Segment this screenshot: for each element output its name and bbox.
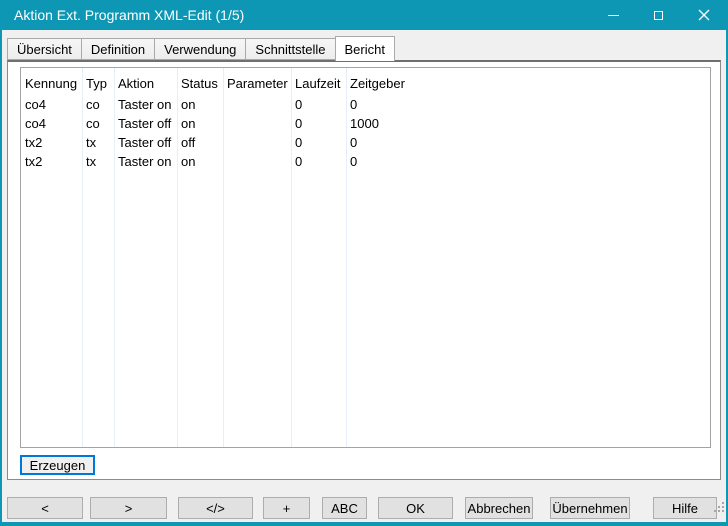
xml-code-button[interactable]: </>	[178, 497, 253, 519]
cell-status: on	[177, 152, 223, 171]
window-title: Aktion Ext. Programm XML-Edit (1/5)	[2, 7, 244, 23]
column-header-typ: Typ	[82, 71, 114, 95]
resize-grip[interactable]	[714, 510, 716, 512]
close-icon	[698, 9, 710, 21]
tab-bar: Übersicht Definition Verwendung Schnitts…	[7, 38, 395, 60]
apply-button[interactable]: Übernehmen	[550, 497, 630, 519]
maximize-button[interactable]	[636, 0, 681, 30]
cell-kennung: tx2	[21, 133, 82, 152]
column-header-aktion: Aktion	[114, 71, 177, 95]
close-button[interactable]	[681, 0, 726, 30]
column-header-parameter: Parameter	[223, 71, 291, 95]
nav-next-button[interactable]: >	[90, 497, 167, 519]
column-header-kennung: Kennung	[21, 71, 82, 95]
cell-parameter	[223, 133, 291, 152]
help-button[interactable]: Hilfe	[653, 497, 717, 519]
minimize-button[interactable]	[591, 0, 636, 30]
tab-definition[interactable]: Definition	[81, 38, 155, 60]
column-header-status: Status	[177, 71, 223, 95]
cell-typ: co	[82, 95, 114, 114]
dialog-window: Aktion Ext. Programm XML-Edit (1/5) Über…	[0, 0, 728, 526]
tab-uebersicht[interactable]: Übersicht	[7, 38, 82, 60]
cell-kennung: co4	[21, 114, 82, 133]
cell-aktion: Taster off	[114, 114, 177, 133]
nav-prev-button[interactable]: <	[7, 497, 83, 519]
report-table: Kennung Typ Aktion Status Parameter Lauf…	[20, 67, 711, 448]
ok-button[interactable]: OK	[378, 497, 453, 519]
cell-status: on	[177, 95, 223, 114]
cell-status: off	[177, 133, 223, 152]
cell-aktion: Taster on	[114, 95, 177, 114]
cell-typ: co	[82, 114, 114, 133]
cell-kennung: co4	[21, 95, 82, 114]
tab-page-bericht: Kennung Typ Aktion Status Parameter Lauf…	[7, 60, 721, 480]
abc-button[interactable]: ABC	[322, 497, 367, 519]
tab-bericht[interactable]: Bericht	[335, 36, 395, 61]
cell-laufzeit: 0	[291, 152, 346, 171]
minimize-icon	[608, 15, 619, 16]
tab-schnittstelle[interactable]: Schnittstelle	[245, 38, 335, 60]
cell-typ: tx	[82, 152, 114, 171]
caption-buttons	[591, 0, 726, 30]
cell-zeitgeber: 0	[346, 133, 710, 152]
cell-kennung: tx2	[21, 152, 82, 171]
cell-laufzeit: 0	[291, 133, 346, 152]
table-row[interactable]: tx2 tx Taster on on 0 0	[21, 152, 710, 171]
cell-aktion: Taster off	[114, 133, 177, 152]
cell-zeitgeber: 0	[346, 152, 710, 171]
add-button[interactable]: +	[263, 497, 310, 519]
tab-verwendung[interactable]: Verwendung	[154, 38, 246, 60]
cell-parameter	[223, 114, 291, 133]
table-row[interactable]: tx2 tx Taster off off 0 0	[21, 133, 710, 152]
cell-aktion: Taster on	[114, 152, 177, 171]
cell-status: on	[177, 114, 223, 133]
table-row[interactable]: co4 co Taster on on 0 0	[21, 95, 710, 114]
cell-parameter	[223, 95, 291, 114]
maximize-icon	[654, 11, 663, 20]
cell-laufzeit: 0	[291, 95, 346, 114]
cell-parameter	[223, 152, 291, 171]
cancel-button[interactable]: Abbrechen	[465, 497, 533, 519]
cell-typ: tx	[82, 133, 114, 152]
column-header-zeitgeber: Zeitgeber	[346, 71, 710, 95]
titlebar: Aktion Ext. Programm XML-Edit (1/5)	[2, 0, 726, 30]
cell-zeitgeber: 1000	[346, 114, 710, 133]
table-row[interactable]: co4 co Taster off on 0 1000	[21, 114, 710, 133]
cell-laufzeit: 0	[291, 114, 346, 133]
table-header-row: Kennung Typ Aktion Status Parameter Lauf…	[21, 68, 710, 95]
column-header-laufzeit: Laufzeit	[291, 71, 346, 95]
cell-zeitgeber: 0	[346, 95, 710, 114]
erzeugen-button[interactable]: Erzeugen	[20, 455, 95, 475]
